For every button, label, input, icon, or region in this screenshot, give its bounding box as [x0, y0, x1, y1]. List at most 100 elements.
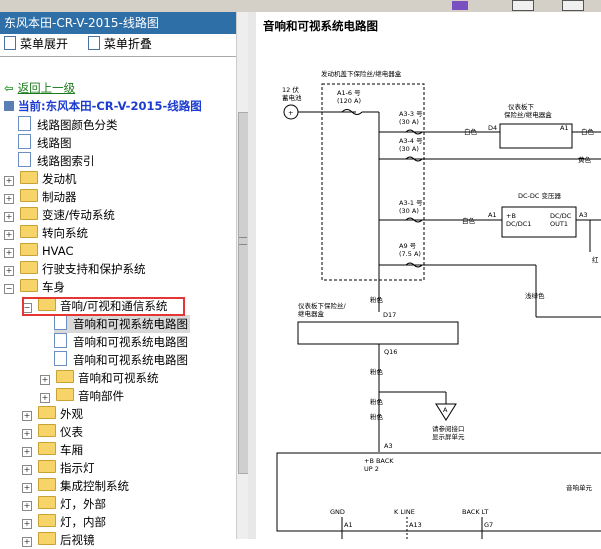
computer-icon: [4, 101, 14, 111]
pin-kline-label: K LINE: [394, 508, 415, 516]
battery-label-1: 12 伏: [282, 85, 299, 94]
pin-d17: D17: [383, 311, 396, 319]
tree-item-index-doc[interactable]: 线路图索引: [18, 152, 95, 170]
engine-box-label: 发动机盖下保险丝/继电器盒: [321, 69, 402, 78]
folder-icon: [38, 460, 56, 473]
tree-item-hvac[interactable]: + HVAC: [4, 242, 73, 260]
tree-item-indicator[interactable]: + 指示灯: [22, 459, 95, 477]
menu-divider: [0, 56, 247, 57]
tree-item-label: HVAC: [42, 244, 74, 258]
menu-collapse-label: 菜单折叠: [103, 37, 152, 51]
wire-label-pink-4: 粉色: [370, 412, 384, 421]
tree-item-color-doc[interactable]: 线路图颜色分类: [18, 116, 118, 134]
dcdc-in-2: DC/DC1: [506, 220, 531, 228]
expand-icon[interactable]: +: [4, 266, 14, 276]
folder-icon: [56, 388, 74, 401]
tree-item-audio-diagram-2[interactable]: 音响和可视系统电路图: [54, 333, 188, 351]
menu-bar: 菜单展开 菜单折叠: [0, 34, 247, 54]
collapse-icon[interactable]: −: [4, 284, 14, 294]
expand-icon[interactable]: +: [22, 501, 32, 511]
wire-label-pink-2: 粉色: [370, 367, 384, 376]
expand-icon[interactable]: +: [4, 230, 14, 240]
menu-expand-icon: [4, 36, 16, 50]
menu-collapse-button[interactable]: 菜单折叠: [87, 36, 152, 51]
pin-g7-unit: G7: [484, 521, 493, 529]
tree-item-label: 行驶支持和保护系统: [42, 262, 146, 276]
tree-item-lights-interior[interactable]: + 灯，内部: [22, 513, 106, 531]
tree-item-audio-diagram-3[interactable]: 音响和可视系统电路图: [54, 351, 188, 369]
wire-label-white-3: 白色: [581, 127, 595, 136]
tree-item-integrated[interactable]: + 集成控制系统: [22, 477, 129, 495]
folder-icon: [38, 478, 56, 491]
fuse-a9-label-1: A9 号: [399, 242, 417, 250]
back-link[interactable]: ⇦ 返回上一级: [4, 79, 75, 97]
tree-item-label: 外观: [60, 407, 83, 421]
fuse-a31-label-1: A3-1 号: [399, 199, 423, 207]
expand-icon[interactable]: +: [22, 411, 32, 421]
pin-q16: Q16: [384, 348, 397, 356]
current-node[interactable]: 当前:东风本田-CR-V-2015-线路图: [4, 97, 202, 115]
folder-open-icon: [20, 279, 38, 292]
dcdc-label: DC-DC 变压器: [518, 191, 561, 200]
dash-box-left-label-1: 仪表板下保险丝/: [298, 301, 347, 310]
fuse-a16-label-2: (120 A): [337, 97, 361, 105]
fuse-a34-label-1: A3-4 号: [399, 137, 423, 145]
tree-item-label: 后视镜: [60, 533, 95, 547]
back-up-label-1: +B BACK: [364, 457, 394, 465]
expand-icon[interactable]: +: [22, 429, 32, 439]
tree-item-support[interactable]: + 行驶支持和保护系统: [4, 260, 146, 278]
tree-item-engine[interactable]: + 发动机: [4, 170, 77, 188]
expand-icon[interactable]: +: [4, 248, 14, 258]
expand-icon[interactable]: +: [40, 375, 50, 385]
wire-label-pink-1: 粉色: [370, 295, 384, 304]
tree-item-label: 音响和可视系统电路图: [73, 335, 188, 349]
tree-item-transmission[interactable]: + 变速/传动系统: [4, 206, 115, 224]
pane-splitter[interactable]: [248, 12, 256, 539]
tree-item-diagram-doc[interactable]: 线路图: [18, 134, 72, 152]
tree-item-audio-diagram-1[interactable]: 音响和可视系统电路图: [54, 315, 190, 333]
pin-a1-right: A1: [560, 124, 569, 132]
tree-item-audio-parts[interactable]: + 音响部件: [40, 387, 124, 405]
expand-icon[interactable]: +: [40, 393, 50, 403]
tree-item-label: 音响部件: [78, 389, 124, 403]
tree-item-mirror[interactable]: + 后视镜: [22, 531, 95, 549]
tree-item-lights-exterior[interactable]: + 灯，外部: [22, 495, 106, 513]
folder-icon: [38, 514, 56, 527]
tree-item-audio-system[interactable]: + 音响和可视系统: [40, 369, 159, 387]
top-toolbar-strip: [0, 0, 601, 12]
tree-item-exterior[interactable]: + 外观: [22, 405, 83, 423]
expand-icon[interactable]: +: [22, 465, 32, 475]
toolbar-button-2[interactable]: [562, 0, 584, 11]
expand-icon[interactable]: +: [4, 176, 14, 186]
tree-item-body[interactable]: − 车身: [4, 278, 65, 296]
tree-item-gauges[interactable]: + 仪表: [22, 423, 83, 441]
audio-unit-label: 音响单元: [566, 483, 593, 492]
expand-icon[interactable]: +: [22, 447, 32, 457]
toolbar-button-1[interactable]: [512, 0, 534, 11]
expand-icon[interactable]: +: [4, 194, 14, 204]
document-icon: [54, 315, 67, 330]
tree-item-cabin[interactable]: + 车厢: [22, 441, 83, 459]
tree-item-brake[interactable]: + 制动器: [4, 188, 77, 206]
expand-icon[interactable]: +: [4, 212, 14, 222]
tree-item-label: 灯，内部: [60, 515, 106, 529]
folder-icon: [38, 442, 56, 455]
expand-icon[interactable]: +: [22, 483, 32, 493]
menu-expand-button[interactable]: 菜单展开: [4, 36, 68, 51]
tree-item-label: 车厢: [60, 443, 83, 457]
folder-icon: [20, 261, 38, 274]
folder-icon: [20, 171, 38, 184]
tree-item-label: 制动器: [42, 190, 77, 204]
diagram-pane: 音响和可视系统电路图 发动机盖下保险丝/继电器盒 12 伏 蓄电池 + A1-6…: [256, 12, 601, 539]
pin-backlt-label: BACK LT: [462, 508, 488, 516]
dcdc-out-1: DC/DC: [550, 212, 572, 220]
tree-item-label: 发动机: [42, 172, 77, 186]
document-icon: [18, 152, 31, 167]
tree-item-steering[interactable]: + 转向系统: [4, 224, 88, 242]
tree-item-label: 音响和可视系统电路图: [73, 353, 188, 367]
battery-label-2: 蓄电池: [282, 93, 302, 102]
expand-icon[interactable]: +: [22, 519, 32, 529]
battery-plus: +: [288, 109, 293, 117]
tree-item-label: 转向系统: [42, 226, 88, 240]
folder-icon: [38, 424, 56, 437]
